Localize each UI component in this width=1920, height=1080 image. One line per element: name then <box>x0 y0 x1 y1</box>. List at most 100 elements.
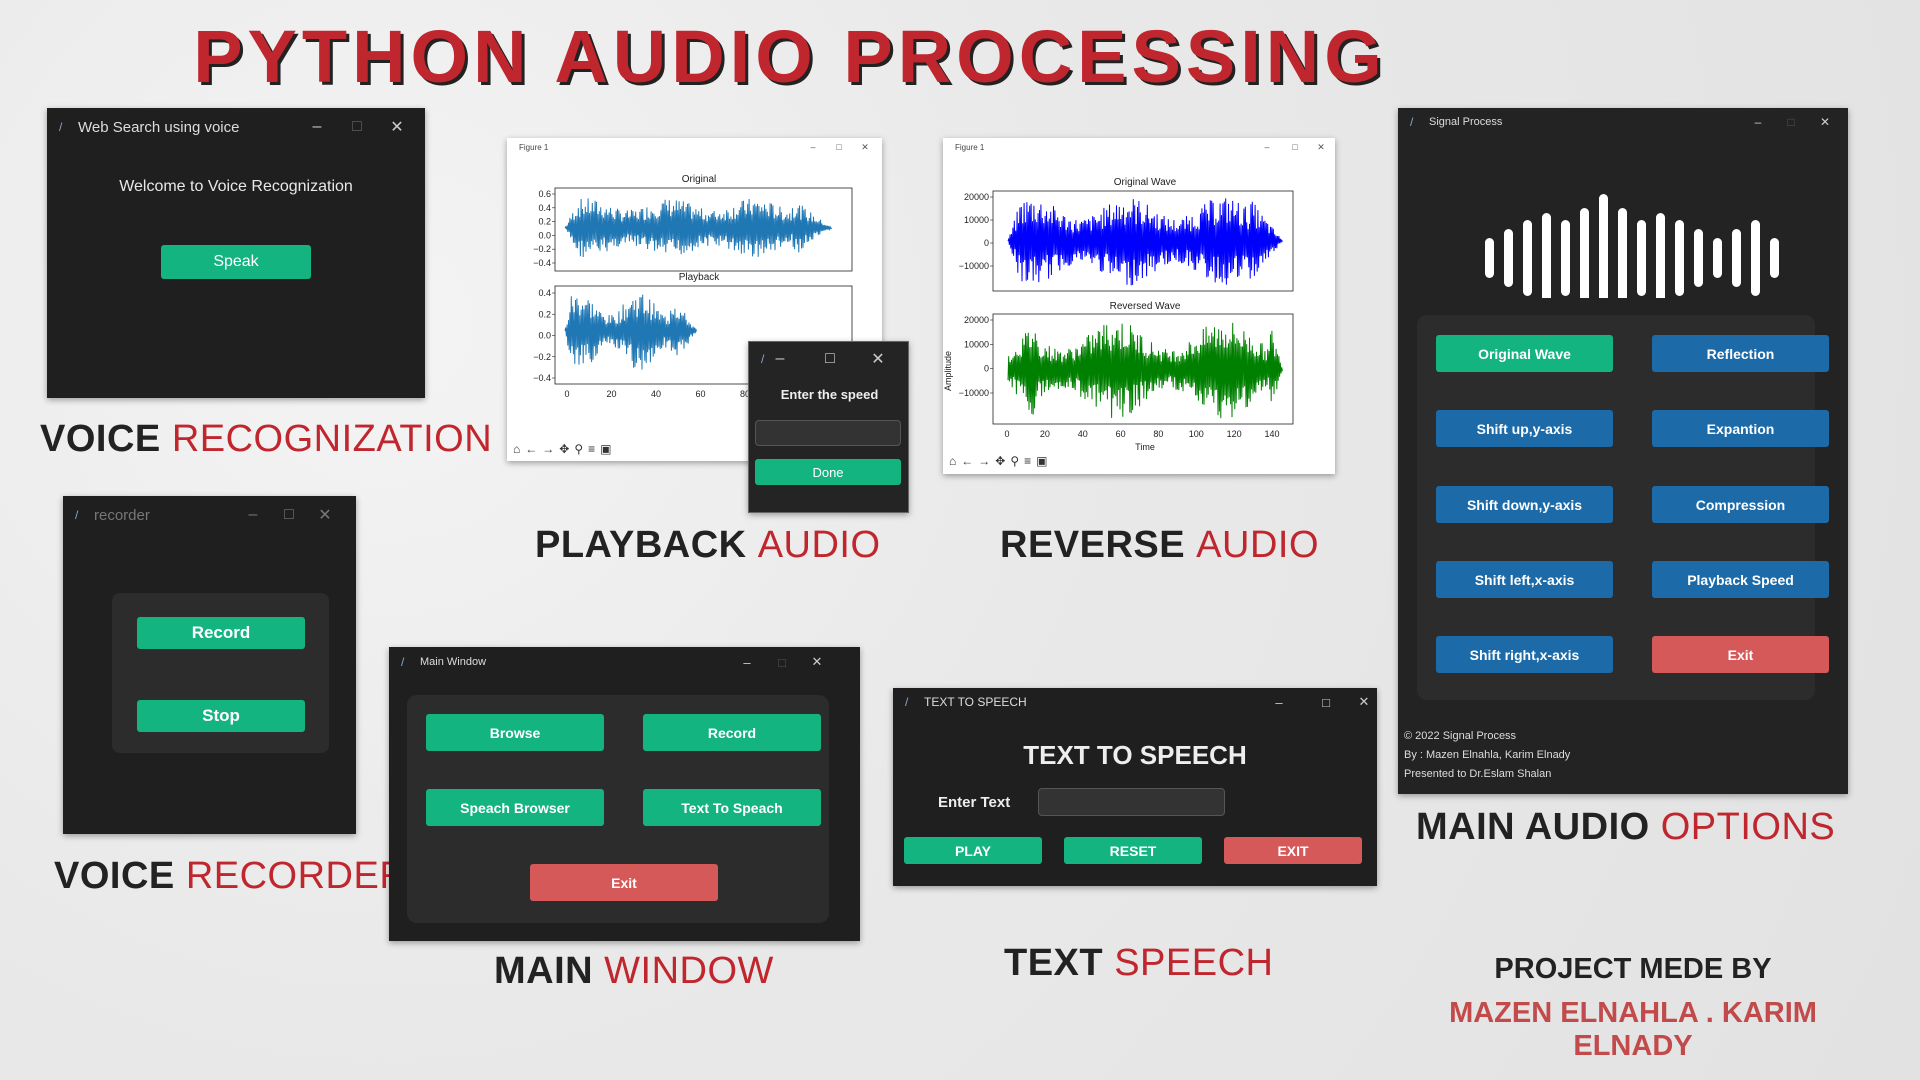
x-tick-label: 40 <box>651 389 661 399</box>
maximize-icon[interactable]: □ <box>1283 138 1307 156</box>
maximize-icon[interactable]: □ <box>269 496 309 534</box>
label-red: RECORDER <box>185 855 408 897</box>
speed-input[interactable] <box>755 420 901 446</box>
reset-button[interactable]: RESET <box>1064 837 1202 864</box>
text-speech-label: TEXT SPEECH <box>1004 942 1273 985</box>
done-button[interactable]: Done <box>755 459 901 485</box>
exit-button[interactable]: Exit <box>530 864 718 901</box>
label-black: TEXT <box>1004 942 1115 984</box>
credits-title: PROJECT MEDE BY <box>1494 953 1772 985</box>
speak-button[interactable]: Speak <box>161 245 311 279</box>
sound-wave-bar <box>1770 238 1779 278</box>
text-input[interactable] <box>1038 788 1225 816</box>
x-tick-label: 20 <box>1040 429 1050 439</box>
forward-icon[interactable]: → <box>542 442 554 456</box>
copyright-text: © 2022 Signal Process <box>1404 730 1517 742</box>
zoom-icon[interactable]: ⚲ <box>1010 454 1019 468</box>
exit-button[interactable]: EXIT <box>1224 837 1362 864</box>
maximize-icon[interactable]: □ <box>1306 688 1346 716</box>
close-icon[interactable]: ✕ <box>1352 688 1376 716</box>
y-tick-label: 10000 <box>964 339 989 349</box>
text-to-speech-button[interactable]: Text To Speach <box>643 789 821 826</box>
zoom-icon[interactable]: ⚲ <box>574 442 583 456</box>
close-icon[interactable]: ✕ <box>797 647 837 677</box>
maximize-icon[interactable]: □ <box>815 342 845 376</box>
play-button[interactable]: PLAY <box>904 837 1042 864</box>
forward-icon[interactable]: → <box>978 454 990 468</box>
sound-wave-bar <box>1732 229 1741 287</box>
back-icon[interactable]: ← <box>961 454 973 468</box>
reverse-audio-label: REVERSE AUDIO <box>1000 524 1319 567</box>
shift-right-button[interactable]: Shift right,x-axis <box>1436 636 1613 673</box>
label-black: MAIN <box>494 950 605 992</box>
feather-icon: / <box>1410 114 1414 129</box>
label-red: RECOGNIZATION <box>171 418 493 460</box>
expantion-button[interactable]: Expantion <box>1652 410 1829 447</box>
y-tick-label: 0 <box>984 364 989 374</box>
close-icon[interactable]: ✕ <box>863 342 893 376</box>
shift-up-button[interactable]: Shift up,y-axis <box>1436 410 1613 447</box>
minimize-icon[interactable]: – <box>297 108 337 146</box>
compression-button[interactable]: Compression <box>1652 486 1829 523</box>
close-icon[interactable]: ✕ <box>377 108 417 146</box>
plot1-title: Original <box>682 174 716 185</box>
y-tick-label: 0.0 <box>538 230 551 240</box>
record-button[interactable]: Record <box>137 617 305 649</box>
figure-toolbar: ⌂ ← → ✥ ⚲ ≡ ▣ <box>943 450 1047 472</box>
save-icon[interactable]: ▣ <box>600 442 611 456</box>
label-red: AUDIO <box>757 524 881 566</box>
text-to-speech-window: / TEXT TO SPEECH – □ ✕ TEXT TO SPEECH En… <box>893 688 1377 886</box>
minimize-icon[interactable]: – <box>233 496 273 534</box>
main-audio-options-label: MAIN AUDIO OPTIONS <box>1416 806 1835 849</box>
close-icon[interactable]: ✕ <box>1309 138 1333 156</box>
plot2-title: Playback <box>679 272 721 283</box>
maximize-icon[interactable]: □ <box>762 647 802 677</box>
feather-icon: / <box>59 119 63 134</box>
minimize-icon[interactable]: – <box>765 342 795 376</box>
original-wave-button[interactable]: Original Wave <box>1436 335 1613 372</box>
signal-process-window: / Signal Process – □ ✕ Original Wave Shi… <box>1398 108 1848 794</box>
y-tick-label: 20000 <box>964 315 989 325</box>
maximize-icon[interactable]: □ <box>337 108 377 146</box>
sound-wave-bar <box>1656 213 1665 298</box>
figure-title: Figure 1 <box>519 142 549 152</box>
figure-titlebar: Figure 1 – □ ✕ <box>943 138 1335 156</box>
home-icon[interactable]: ⌂ <box>949 454 956 468</box>
exit-button[interactable]: Exit <box>1652 636 1829 673</box>
speech-browser-button[interactable]: Speach Browser <box>426 789 604 826</box>
close-icon[interactable]: ✕ <box>305 496 345 534</box>
y-tick-label: 0.4 <box>538 203 551 213</box>
minimize-icon[interactable]: – <box>1259 688 1299 716</box>
record-button[interactable]: Record <box>643 714 821 751</box>
stop-button[interactable]: Stop <box>137 700 305 732</box>
playback-speed-button[interactable]: Playback Speed <box>1652 561 1829 598</box>
minimize-icon[interactable]: – <box>727 647 767 677</box>
save-icon[interactable]: ▣ <box>1036 454 1047 468</box>
main-window: / Main Window – □ ✕ Browse Record Speach… <box>389 647 860 941</box>
presented-text: Presented to Dr.Eslam Shalan <box>1404 768 1552 780</box>
browse-button[interactable]: Browse <box>426 714 604 751</box>
configure-icon[interactable]: ≡ <box>1024 454 1031 468</box>
home-icon[interactable]: ⌂ <box>513 442 520 456</box>
close-icon[interactable]: ✕ <box>853 138 877 156</box>
y-tick-label: −10000 <box>959 261 989 271</box>
maximize-icon[interactable]: □ <box>827 138 851 156</box>
pan-icon[interactable]: ✥ <box>559 442 569 456</box>
recorder-titlebar: / recorder – □ ✕ <box>63 496 356 534</box>
sound-wave-bar <box>1713 238 1722 278</box>
pan-icon[interactable]: ✥ <box>995 454 1005 468</box>
sound-wave-bar <box>1523 220 1532 296</box>
shift-left-button[interactable]: Shift left,x-axis <box>1436 561 1613 598</box>
minimize-icon[interactable]: – <box>801 138 825 156</box>
shift-down-button[interactable]: Shift down,y-axis <box>1436 486 1613 523</box>
close-icon[interactable]: ✕ <box>1805 108 1845 136</box>
minimize-icon[interactable]: – <box>1255 138 1279 156</box>
y-tick-label: 0 <box>984 238 989 248</box>
tts-heading: TEXT TO SPEECH <box>1023 740 1247 770</box>
y-tick-label: −0.2 <box>533 244 551 254</box>
reflection-button[interactable]: Reflection <box>1652 335 1829 372</box>
signal-titlebar: / Signal Process – □ ✕ <box>1398 108 1848 136</box>
back-icon[interactable]: ← <box>525 442 537 456</box>
configure-icon[interactable]: ≡ <box>588 442 595 456</box>
y-tick-label: 0.2 <box>538 309 551 319</box>
